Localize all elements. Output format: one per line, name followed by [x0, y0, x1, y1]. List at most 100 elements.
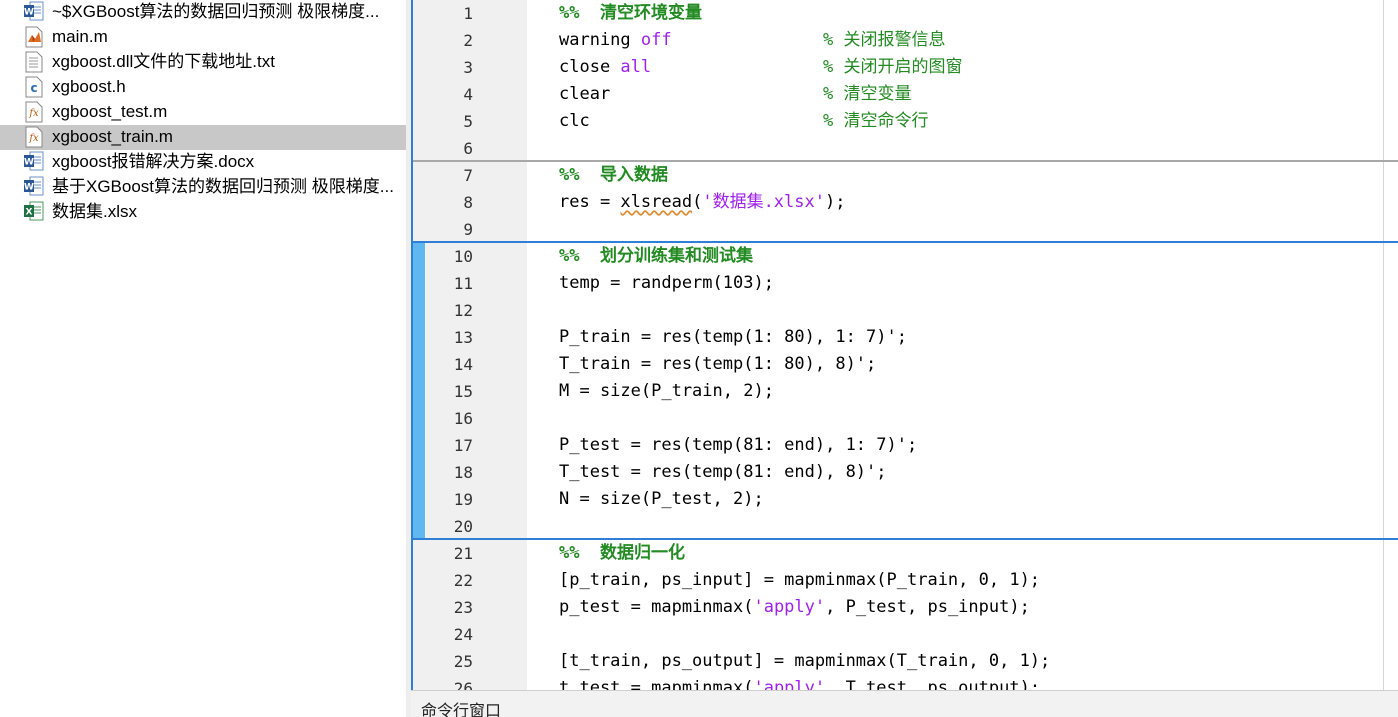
line-number: 26: [453, 679, 473, 690]
code-text: %% 划分训练集和测试集: [559, 243, 753, 270]
code-line[interactable]: 11 temp = randperm(103);: [413, 270, 1398, 297]
code-text: t_test = mapminmax('apply', T_test, ps_o…: [559, 675, 1040, 690]
cell-title: %% 划分训练集和测试集: [559, 246, 753, 266]
line-number: 13: [453, 328, 473, 347]
code-line[interactable]: 20: [413, 513, 1398, 540]
code-text: %% 导入数据: [559, 162, 668, 189]
svg-text:fx: fx: [28, 133, 39, 144]
file-item[interactable]: xgboost.dll文件的下载地址.txt: [0, 50, 406, 75]
code-token: , T_test, ps_output);: [825, 678, 1041, 690]
code-line[interactable]: 7 %% 导入数据: [413, 162, 1398, 189]
command-window-panel[interactable]: 命令行窗口: [411, 690, 1398, 717]
command-window-title: 命令行窗口: [421, 701, 502, 717]
code-line[interactable]: 8 res = xlsread('数据集.xlsx');: [413, 189, 1398, 216]
file-browser: W ~$XGBoost算法的数据回归预测 极限梯度... main.m xgboost…: [0, 0, 406, 717]
code-text: clear: [559, 81, 610, 108]
keyword: all: [620, 57, 652, 77]
line-number: 14: [453, 355, 473, 374]
code-text: T_train = res(temp(1: 80), 8)';: [559, 351, 876, 378]
word-document-icon: W: [23, 176, 45, 198]
word-document-icon: W: [23, 1, 45, 23]
code-line[interactable]: 18 T_test = res(temp(81: end), 8)';: [413, 459, 1398, 486]
svg-text:W: W: [24, 158, 34, 168]
svg-text:c: c: [30, 81, 37, 95]
file-name: xgboost_test.m: [52, 102, 168, 121]
line-number: 16: [453, 409, 473, 428]
code-token: );: [824, 192, 846, 212]
code-line[interactable]: 23 p_test = mapminmax('apply', P_test, ps…: [413, 594, 1398, 621]
code-line[interactable]: 6: [413, 135, 1398, 162]
code-line[interactable]: 4 clear % 清空变量: [413, 81, 1398, 108]
svg-text:W: W: [24, 183, 34, 193]
code-token: t_test = mapminmax(: [559, 678, 754, 690]
code-text: p_test = mapminmax('apply', P_test, ps_i…: [559, 594, 1030, 621]
code-line[interactable]: 25 [t_train, ps_output] = mapminmax(T_tra…: [413, 648, 1398, 675]
code-text: P_test = res(temp(81: end), 1: 7)';: [559, 432, 917, 459]
file-item[interactable]: fx xgboost_test.m: [0, 100, 406, 125]
file-name: main.m: [52, 27, 108, 46]
code-token: xlsread: [620, 192, 693, 212]
code-token: res =: [559, 192, 621, 212]
file-item[interactable]: Wxgboost报错解决方案.docx: [0, 150, 406, 175]
code-line[interactable]: 9: [413, 216, 1398, 243]
file-item[interactable]: X 数据集.xlsx: [0, 200, 406, 225]
code-line[interactable]: 21 %% 数据归一化: [413, 540, 1398, 567]
file-item[interactable]: fx xgboost_train.m: [0, 125, 406, 150]
file-name: ~$XGBoost算法的数据回归预测 极限梯度...: [52, 2, 380, 21]
string-literal: '数据集.xlsx': [702, 192, 825, 212]
code-line[interactable]: 1 %% 清空环境变量: [413, 0, 1398, 27]
code-line[interactable]: 16: [413, 405, 1398, 432]
line-number: 4: [463, 85, 473, 104]
line-number: 15: [453, 382, 473, 401]
string-literal: 'apply': [753, 597, 826, 617]
code-line[interactable]: 5 clc % 清空命令行: [413, 108, 1398, 135]
code-line[interactable]: 22 [p_train, ps_input] = mapminmax(P_trai…: [413, 567, 1398, 594]
code-line[interactable]: 15 M = size(P_train, 2);: [413, 378, 1398, 405]
line-number: 10: [453, 247, 473, 266]
matlab-script-icon: [23, 26, 45, 48]
code-editor[interactable]: 1 %% 清空环境变量 2 warning off % 关闭报警信息 3 close all…: [411, 0, 1398, 690]
code-text: [t_train, ps_output] = mapminmax(T_train…: [559, 648, 1050, 675]
code-text: [p_train, ps_input] = mapminmax(P_train,…: [559, 567, 1040, 594]
cell-title: %% 数据归一化: [559, 543, 685, 563]
line-number: 11: [453, 274, 473, 293]
file-item[interactable]: W 基于XGBoost算法的数据回归预测 极限梯度...: [0, 175, 406, 200]
line-number: 6: [463, 139, 473, 158]
c-header-icon: c: [23, 76, 45, 98]
line-number: 8: [463, 193, 473, 212]
file-item[interactable]: W ~$XGBoost算法的数据回归预测 极限梯度...: [0, 0, 406, 25]
code-text: clc: [559, 108, 590, 135]
code-line[interactable]: 12: [413, 297, 1398, 324]
file-item[interactable]: main.m: [0, 25, 406, 50]
file-name: xgboost报错解决方案.docx: [52, 152, 255, 171]
line-number: 18: [453, 463, 473, 482]
file-name: xgboost_train.m: [52, 127, 173, 146]
line-number: 5: [463, 112, 473, 131]
code-text: T_test = res(temp(81: end), 8)';: [559, 459, 887, 486]
line-number: 25: [453, 652, 473, 671]
file-item[interactable]: c xgboost.h: [0, 75, 406, 100]
line-number: 21: [453, 544, 473, 563]
svg-text:X: X: [26, 208, 33, 218]
line-number: 20: [453, 517, 473, 536]
code-line[interactable]: 13 P_train = res(temp(1: 80), 1: 7)';: [413, 324, 1398, 351]
code-token: , P_test, ps_input);: [825, 597, 1030, 617]
code-token: clear: [559, 84, 611, 104]
code-token: P_test = res(temp(81: end), 1: 7)';: [559, 435, 918, 455]
line-number: 1: [463, 4, 473, 23]
code-token: T_train = res(temp(1: 80), 8)';: [559, 354, 877, 374]
code-line[interactable]: 3 close all % 关闭开启的图窗: [413, 54, 1398, 81]
code-line[interactable]: 10 %% 划分训练集和测试集: [413, 243, 1398, 270]
line-number: 7: [463, 166, 473, 185]
code-line[interactable]: 14 T_train = res(temp(1: 80), 8)';: [413, 351, 1398, 378]
code-line[interactable]: 19 N = size(P_test, 2);: [413, 486, 1398, 513]
code-line[interactable]: 24: [413, 621, 1398, 648]
code-text: close all: [559, 54, 651, 81]
code-text: N = size(P_test, 2);: [559, 486, 764, 513]
code-token: N = size(P_test, 2);: [559, 489, 764, 509]
line-number: 22: [453, 571, 473, 590]
code-line[interactable]: 2 warning off % 关闭报警信息: [413, 27, 1398, 54]
code-line[interactable]: 26 t_test = mapminmax('apply', T_test, ps…: [413, 675, 1398, 690]
code-line[interactable]: 17 P_test = res(temp(81: end), 1: 7)';: [413, 432, 1398, 459]
svg-text:fx: fx: [28, 108, 39, 119]
